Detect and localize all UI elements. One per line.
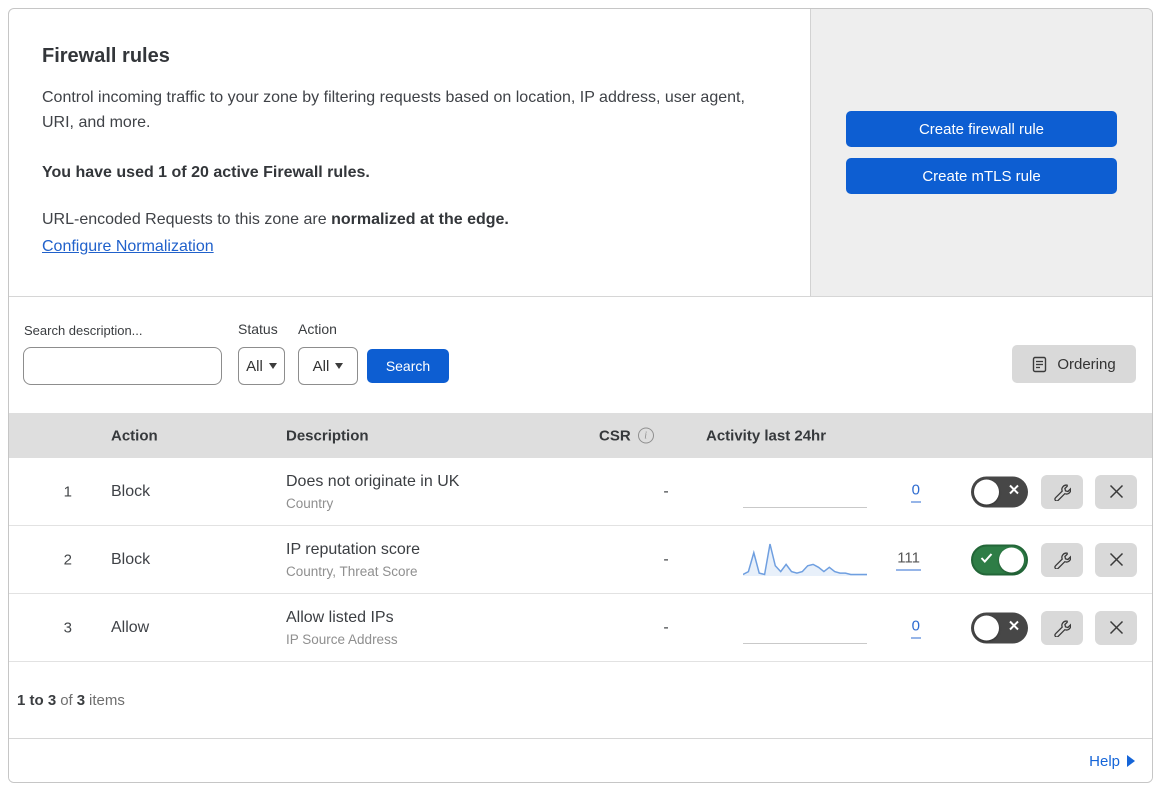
chevron-down-icon	[335, 363, 344, 369]
help-link-label: Help	[1089, 752, 1120, 770]
csr-header-label: CSR	[599, 427, 631, 444]
column-header-activity: Activity last 24hr	[706, 427, 827, 444]
pagination-items-label: items	[89, 691, 125, 709]
activity-count-link[interactable]: 0	[859, 481, 921, 502]
rule-csr-value: -	[663, 550, 669, 568]
pagination-range: 1 to 3	[17, 691, 57, 709]
edit-rule-button[interactable]	[1041, 474, 1083, 509]
close-icon	[1109, 620, 1123, 635]
search-box[interactable]	[23, 347, 226, 385]
activity-count-link[interactable]: 0	[859, 617, 921, 638]
rule-priority: 1	[63, 483, 72, 500]
rule-csr-value: -	[663, 482, 669, 500]
activity-sparkline	[743, 540, 867, 578]
table-row: 2 Block IP reputation score Country, Thr…	[9, 526, 1152, 594]
info-icon[interactable]: i	[637, 427, 654, 444]
wrench-icon	[1054, 620, 1071, 637]
delete-rule-button[interactable]	[1095, 542, 1137, 577]
normalization-note-text: URL-encoded Requests to this zone are	[42, 211, 332, 228]
column-header-action: Action	[111, 427, 158, 444]
edit-rule-button[interactable]	[1041, 610, 1083, 645]
rule-description: Does not originate in UK Country	[286, 473, 459, 511]
delete-rule-button[interactable]	[1095, 474, 1137, 509]
actions-panel: Create firewall rule Create mTLS rule	[810, 9, 1152, 296]
close-icon	[1109, 484, 1123, 499]
pagination-summary: 1 to 3 of 3 items	[9, 662, 1152, 738]
toggle-check-icon	[980, 551, 993, 569]
rule-csr-value: -	[663, 618, 669, 636]
chevron-down-icon	[268, 363, 277, 369]
rule-criteria: IP Source Address	[286, 631, 398, 647]
rule-description-title: IP reputation score	[286, 540, 421, 558]
wrench-icon	[1054, 552, 1071, 569]
wrench-icon	[1054, 484, 1071, 501]
activity-count-link[interactable]: 111	[859, 549, 921, 570]
rule-action: Block	[111, 482, 151, 500]
rule-criteria: Country, Threat Score	[286, 563, 418, 579]
sparkline-chart	[743, 543, 867, 576]
ordering-button[interactable]: Ordering	[1012, 345, 1136, 383]
delete-rule-button[interactable]	[1095, 610, 1137, 645]
rule-enabled-toggle[interactable]	[971, 476, 1028, 507]
status-dropdown-value: All	[246, 357, 263, 375]
arrow-right-icon	[1127, 755, 1135, 767]
toggle-cross-icon	[1008, 483, 1020, 501]
rule-description-title: Does not originate in UK	[286, 472, 460, 490]
table-row: 3 Allow Allow listed IPs IP Source Addre…	[9, 594, 1152, 662]
rule-action: Block	[111, 550, 151, 568]
search-input[interactable]	[45, 348, 226, 384]
toggle-cross-icon	[1008, 619, 1020, 637]
column-header-csr: CSR i	[599, 427, 654, 444]
close-icon	[1109, 552, 1123, 567]
page-title: Firewall rules	[42, 45, 170, 67]
page-description: Control incoming traffic to your zone by…	[42, 89, 745, 131]
ordering-list-icon	[1033, 356, 1047, 372]
create-mtls-rule-button[interactable]: Create mTLS rule	[846, 158, 1117, 194]
status-dropdown[interactable]: All	[238, 347, 285, 385]
toggle-knob	[999, 547, 1024, 573]
column-header-description: Description	[286, 427, 369, 444]
table-header: Action Description CSR i Activity last 2…	[9, 413, 1152, 458]
configure-normalization-link[interactable]: Configure Normalization	[42, 238, 214, 255]
search-button[interactable]: Search	[367, 349, 449, 383]
rule-description: Allow listed IPs IP Source Address	[286, 609, 398, 647]
pagination-of: of	[60, 691, 73, 709]
toggle-knob	[974, 615, 999, 640]
status-label: Status	[238, 321, 278, 337]
action-dropdown-value: All	[312, 357, 330, 375]
header-section: Firewall rules Control incoming traffic …	[9, 9, 1152, 296]
rule-priority: 3	[63, 619, 72, 636]
help-link[interactable]: Help	[1089, 753, 1135, 770]
table-row: 1 Block Does not originate in UK Country…	[9, 458, 1152, 526]
rule-enabled-toggle[interactable]	[971, 612, 1028, 643]
ordering-button-label: Ordering	[1057, 355, 1116, 373]
sparkline-baseline	[743, 643, 867, 644]
activity-sparkline-empty	[743, 608, 867, 646]
rule-enabled-toggle[interactable]	[971, 544, 1028, 575]
search-label: Search description...	[24, 323, 143, 338]
rule-action: Allow	[111, 618, 150, 636]
firewall-rules-card: Firewall rules Control incoming traffic …	[8, 8, 1153, 783]
toggle-knob	[974, 479, 999, 504]
header-text-block: Firewall rules Control incoming traffic …	[9, 9, 810, 296]
activity-sparkline-empty	[743, 472, 867, 510]
action-dropdown[interactable]: All	[298, 347, 358, 385]
help-bar: Help	[9, 738, 1152, 782]
normalization-note: URL-encoded Requests to this zone are no…	[42, 211, 770, 229]
edit-rule-button[interactable]	[1041, 542, 1083, 577]
rule-priority: 2	[63, 551, 72, 568]
rule-criteria: Country	[286, 495, 334, 511]
rule-description: IP reputation score Country, Threat Scor…	[286, 541, 420, 579]
filter-bar: Search description... Status All Action …	[9, 296, 1152, 413]
usage-summary: You have used 1 of 20 active Firewall ru…	[42, 164, 370, 181]
pagination-total: 3	[76, 691, 86, 709]
create-firewall-rule-button[interactable]: Create firewall rule	[846, 111, 1117, 147]
normalization-note-bold: normalized at the edge.	[331, 211, 509, 228]
sparkline-baseline	[743, 507, 867, 508]
action-label: Action	[298, 321, 337, 337]
rule-description-title: Allow listed IPs	[286, 608, 394, 626]
